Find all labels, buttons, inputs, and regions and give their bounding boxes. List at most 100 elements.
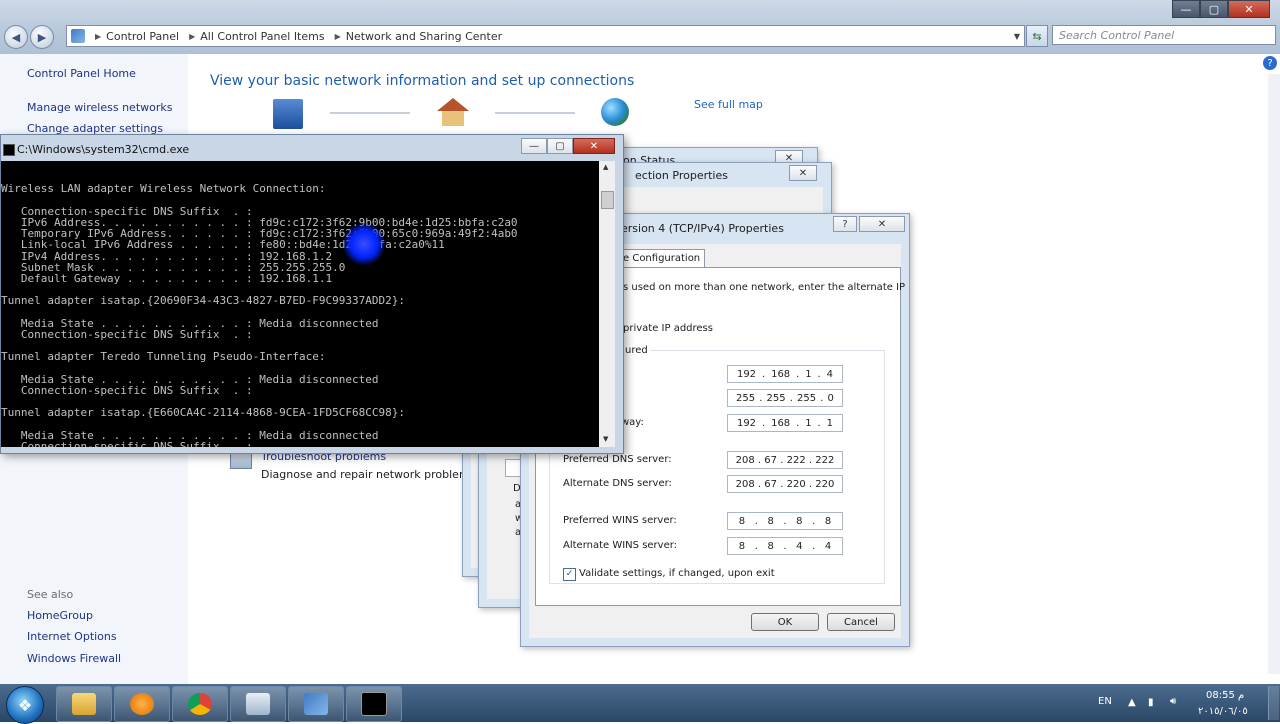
octet: 8 bbox=[767, 540, 774, 552]
preferred-dns-label: Preferred DNS server: bbox=[563, 454, 672, 465]
cmd-line: Link-local IPv6 Address . . . . . : fe80… bbox=[1, 238, 445, 252]
scroll-up-icon[interactable]: ▲ bbox=[603, 163, 608, 171]
validate-checkbox[interactable]: ✓ bbox=[563, 568, 576, 581]
octet: 4 bbox=[826, 368, 833, 380]
breadcrumb-label: Network and Sharing Center bbox=[345, 29, 503, 43]
caption-buttons: — ▢ ✕ bbox=[1172, 0, 1270, 18]
cmd-icon bbox=[361, 692, 387, 716]
address-dropdown-icon[interactable]: ▼ bbox=[1014, 32, 1020, 41]
address-bar[interactable]: ▶ Control Panel ▶ All Control Panel Items … bbox=[66, 25, 1025, 47]
app-icon bbox=[246, 693, 270, 715]
media-player-icon bbox=[130, 693, 154, 715]
start-button[interactable]: ❖ bbox=[6, 686, 44, 724]
tray-expand-icon[interactable]: ▲ bbox=[1128, 697, 1136, 708]
dialog-close-button[interactable]: ✕ bbox=[789, 165, 817, 181]
minimize-button[interactable]: — bbox=[1172, 0, 1200, 18]
octet: 168 bbox=[771, 417, 791, 429]
default-gateway-label: way: bbox=[621, 417, 644, 428]
automatic-private-ip-option[interactable]: private IP address bbox=[623, 323, 713, 334]
cmd-minimize-button[interactable]: — bbox=[521, 138, 547, 154]
show-desktop-button[interactable] bbox=[1268, 686, 1279, 720]
alternate-wins-label: Alternate WINS server: bbox=[563, 540, 678, 551]
breadcrumb-arrow-icon: ▶ bbox=[334, 31, 341, 41]
taskbar-explorer[interactable] bbox=[56, 686, 112, 722]
maximize-button[interactable]: ▢ bbox=[1200, 0, 1228, 18]
globe-icon[interactable] bbox=[601, 98, 629, 126]
octet: 1 bbox=[826, 417, 833, 429]
cmd-line: Tunnel adapter Teredo Tunneling Pseudo-I… bbox=[1, 350, 326, 364]
alternate-dns-label: Alternate DNS server: bbox=[563, 478, 672, 489]
cmd-line bbox=[1, 306, 599, 317]
house-icon[interactable] bbox=[437, 98, 469, 111]
house-body bbox=[442, 111, 464, 126]
taskbar-chrome[interactable] bbox=[172, 686, 228, 722]
network-signal-icon[interactable]: ▮ bbox=[1148, 697, 1154, 708]
default-gateway-field[interactable]: 192. 168. 1. 1 bbox=[727, 414, 843, 432]
preferred-dns-field[interactable]: 208. 67. 222. 222 bbox=[727, 451, 843, 469]
language-indicator[interactable]: EN bbox=[1098, 696, 1112, 707]
sidebar-control-panel-home[interactable]: Control Panel Home bbox=[27, 67, 136, 80]
breadcrumb-all-items[interactable]: ▶ All Control Panel Items bbox=[189, 30, 325, 43]
breadcrumb-network-center[interactable]: ▶ Network and Sharing Center bbox=[335, 30, 503, 43]
scroll-down-icon[interactable]: ▼ bbox=[603, 435, 608, 443]
alternate-wins-field[interactable]: 8.8.4.4 bbox=[727, 537, 843, 555]
preferred-wins-label: Preferred WINS server: bbox=[563, 515, 677, 526]
octet: 8 bbox=[738, 515, 746, 527]
cmd-close-button[interactable]: ✕ bbox=[573, 138, 615, 154]
cmd-line: Tunnel adapter isatap.{E660CA4C-2114-486… bbox=[1, 406, 405, 420]
taskbar-app[interactable] bbox=[230, 686, 286, 722]
octet: 67 bbox=[764, 454, 778, 466]
taskbar-control-panel[interactable] bbox=[288, 686, 344, 722]
ok-button[interactable]: OK bbox=[751, 613, 819, 631]
see-full-map-link[interactable]: See full map bbox=[694, 98, 763, 111]
breadcrumb-control-panel[interactable]: ▶ Control Panel bbox=[95, 30, 179, 43]
scroll-thumb[interactable] bbox=[601, 191, 614, 209]
octet: 1 bbox=[805, 368, 812, 380]
cmd-maximize-button[interactable]: ▢ bbox=[547, 138, 573, 154]
cmd-lines: Wireless LAN adapter Wireless Network Co… bbox=[1, 183, 599, 447]
breadcrumb-arrow-icon: ▶ bbox=[189, 31, 196, 41]
troubleshoot-description: Diagnose and repair network problems, o bbox=[261, 468, 490, 481]
preferred-wins-field[interactable]: 8.8.8.8 bbox=[727, 512, 843, 530]
clock-time[interactable]: 08:55 م bbox=[1206, 690, 1244, 701]
octet: 4 bbox=[824, 540, 832, 552]
sidebar-homegroup[interactable]: HomeGroup bbox=[27, 609, 93, 622]
cmd-app-icon bbox=[3, 144, 15, 156]
octet: 222 bbox=[786, 454, 806, 466]
ip-address-field[interactable]: 192. 168. 1. 4 bbox=[727, 365, 843, 383]
close-button[interactable]: ✕ bbox=[1228, 0, 1270, 18]
dialog-title: ersion 4 (TCP/IPv4) Properties bbox=[621, 222, 784, 235]
octet: 208 bbox=[735, 478, 755, 490]
sidebar-manage-wireless[interactable]: Manage wireless networks bbox=[27, 101, 172, 114]
dialog-close-button[interactable]: ✕ bbox=[859, 216, 905, 232]
clock-date[interactable]: ٢٠١٥/٠٦/٠٥ bbox=[1198, 706, 1248, 717]
subnet-mask-field[interactable]: 255. 255. 255. 0 bbox=[727, 389, 843, 407]
octet: 192 bbox=[736, 368, 757, 380]
cmd-scrollbar[interactable]: ▲ ▼ bbox=[599, 161, 615, 447]
sidebar-windows-firewall[interactable]: Windows Firewall bbox=[27, 652, 121, 665]
cmd-output[interactable]: Wireless LAN adapter Wireless Network Co… bbox=[1, 161, 599, 447]
octet: 8 bbox=[824, 515, 832, 527]
computer-icon[interactable] bbox=[273, 99, 303, 129]
volume-icon[interactable]: 🔊︎ bbox=[1170, 696, 1176, 707]
cmd-window: C:\Windows\system32\cmd.exe — ▢ ✕ Wirele… bbox=[0, 134, 624, 454]
dialog-help-button[interactable]: ? bbox=[833, 216, 857, 232]
taskbar-cmd[interactable] bbox=[346, 686, 402, 722]
control-panel-icon bbox=[304, 693, 328, 715]
octet: 168 bbox=[771, 368, 791, 380]
sidebar-internet-options[interactable]: Internet Options bbox=[27, 630, 117, 643]
taskbar-media-player[interactable] bbox=[114, 686, 170, 722]
alternate-dns-field[interactable]: 208. 67. 220. 220 bbox=[727, 475, 843, 493]
page-title: View your basic network information and … bbox=[210, 73, 635, 89]
octet: 1 bbox=[805, 417, 812, 429]
cancel-button[interactable]: Cancel bbox=[827, 613, 895, 631]
search-input[interactable]: Search Control Panel bbox=[1052, 25, 1276, 45]
octet: 192 bbox=[736, 417, 757, 429]
main-scrollbar[interactable] bbox=[1268, 74, 1280, 674]
forward-button[interactable]: ▶ bbox=[30, 25, 54, 49]
back-button[interactable]: ◀ bbox=[4, 25, 28, 49]
cmd-line bbox=[1, 362, 599, 373]
octet: 8 bbox=[738, 540, 746, 552]
help-icon[interactable]: ? bbox=[1263, 56, 1277, 70]
refresh-button[interactable]: ⇆ bbox=[1026, 25, 1048, 47]
